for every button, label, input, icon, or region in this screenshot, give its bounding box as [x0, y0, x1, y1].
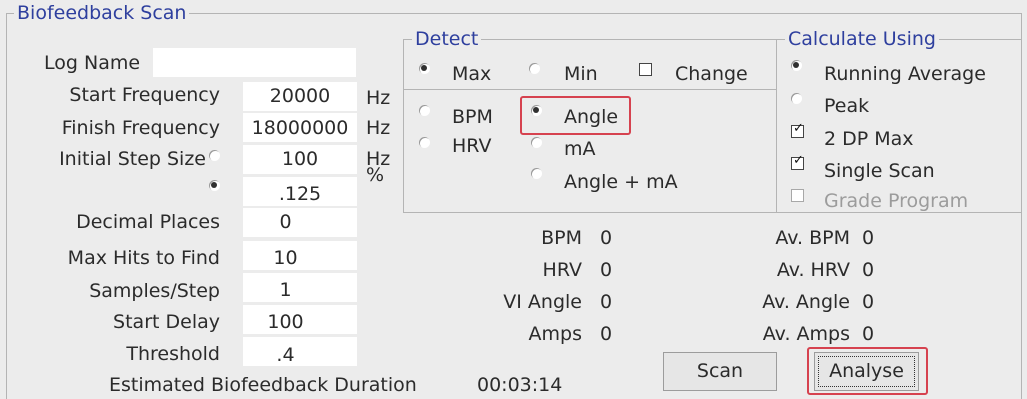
samples-per-step-label: Samples/Step — [89, 280, 220, 302]
hrv-radio[interactable] — [419, 137, 430, 148]
focus-ring — [818, 356, 915, 387]
min-radio[interactable] — [529, 63, 540, 74]
calculate-using-title: Calculate Using — [785, 28, 939, 50]
running-average-radio[interactable] — [791, 60, 802, 71]
grade-program-label: Grade Program — [824, 190, 969, 212]
analyse-button[interactable]: Analyse — [814, 352, 919, 391]
checkmark-icon: ✓ — [793, 153, 804, 168]
log-name-input[interactable] — [153, 48, 356, 77]
two-dp-max-label: 2 DP Max — [824, 128, 914, 150]
finish-frequency-label: Finish Frequency — [61, 117, 220, 139]
max-hits-label: Max Hits to Find — [67, 247, 220, 269]
initial-step-size-label: Initial Step Size — [59, 148, 206, 170]
change-label: Change — [675, 63, 748, 85]
duration-label: Estimated Biofeedback Duration — [109, 374, 417, 396]
vi-angle-reading-value: 0 — [600, 291, 613, 313]
max-radio[interactable] — [419, 63, 430, 74]
ma-radio[interactable] — [531, 137, 542, 148]
bpm-radio[interactable] — [419, 105, 430, 116]
grade-program-checkbox — [791, 189, 804, 202]
av-hrv-value: 0 — [862, 259, 875, 281]
av-angle-label: Av. Angle — [762, 291, 850, 313]
two-dp-max-checkbox[interactable]: ✓ — [791, 121, 804, 138]
peak-label: Peak — [824, 95, 870, 117]
decimal-places-label: Decimal Places — [76, 211, 220, 233]
bpm-label: BPM — [452, 106, 493, 128]
bpm-reading-label: BPM — [541, 227, 582, 249]
scan-button[interactable]: Scan — [663, 352, 777, 391]
detect-separator — [404, 89, 776, 90]
angle-radio[interactable] — [531, 105, 542, 116]
step-hz-radio[interactable] — [209, 150, 220, 161]
bpm-reading-value: 0 — [600, 227, 613, 249]
hrv-label: HRV — [452, 135, 492, 157]
hrv-reading-label: HRV — [542, 259, 582, 281]
av-angle-value: 0 — [862, 291, 875, 313]
radio-selected-dot — [421, 65, 427, 71]
start-delay-value: 100 — [267, 311, 304, 333]
av-bpm-value: 0 — [862, 227, 875, 249]
vi-angle-reading-label: VI Angle — [503, 291, 582, 313]
duration-value: 00:03:14 — [477, 374, 563, 396]
av-amps-value: 0 — [862, 323, 875, 345]
step-percent-radio[interactable] — [209, 180, 220, 191]
radio-selected-dot — [533, 107, 539, 113]
start-frequency-value: 20000 — [269, 85, 331, 107]
av-amps-label: Av. Amps — [762, 323, 850, 345]
checkmark-icon: ✓ — [793, 121, 804, 136]
threshold-value: .4 — [276, 344, 295, 366]
angle-ma-radio[interactable] — [531, 168, 542, 179]
hrv-reading-value: 0 — [600, 259, 613, 281]
radio-selected-dot — [793, 62, 799, 68]
amps-reading-value: 0 — [600, 323, 613, 345]
start-frequency-label: Start Frequency — [69, 84, 220, 106]
max-label: Max — [452, 63, 492, 85]
amps-reading-label: Amps — [528, 323, 582, 345]
step-size-percent-unit: % — [366, 164, 385, 186]
step-size-hz-value: 100 — [281, 148, 319, 170]
single-scan-label: Single Scan — [824, 160, 935, 182]
threshold-label: Threshold — [126, 343, 220, 365]
radio-selected-dot — [211, 182, 217, 188]
start-delay-label: Start Delay — [113, 311, 220, 333]
angle-label: Angle — [564, 106, 619, 128]
ma-label: mA — [564, 138, 596, 160]
running-average-label: Running Average — [824, 63, 986, 85]
step-size-percent-value: .125 — [278, 183, 322, 205]
peak-radio[interactable] — [791, 93, 802, 104]
finish-frequency-value: 18000000 — [251, 117, 349, 139]
finish-frequency-unit: Hz — [366, 117, 391, 139]
av-bpm-label: Av. BPM — [775, 227, 850, 249]
group-title: Biofeedback Scan — [14, 2, 190, 24]
log-name-label: Log Name — [44, 52, 141, 74]
change-checkbox[interactable] — [639, 63, 652, 76]
start-frequency-unit: Hz — [366, 87, 391, 109]
detect-title: Detect — [412, 28, 482, 50]
max-hits-value: 10 — [273, 247, 298, 269]
decimal-places-value: 0 — [279, 211, 292, 233]
samples-per-step-value: 1 — [279, 279, 292, 301]
min-label: Min — [564, 63, 598, 85]
angle-ma-label: Angle + mA — [564, 171, 678, 193]
single-scan-checkbox[interactable]: ✓ — [791, 153, 804, 170]
scan-button-label: Scan — [696, 360, 744, 382]
av-hrv-label: Av. HRV — [776, 259, 850, 281]
